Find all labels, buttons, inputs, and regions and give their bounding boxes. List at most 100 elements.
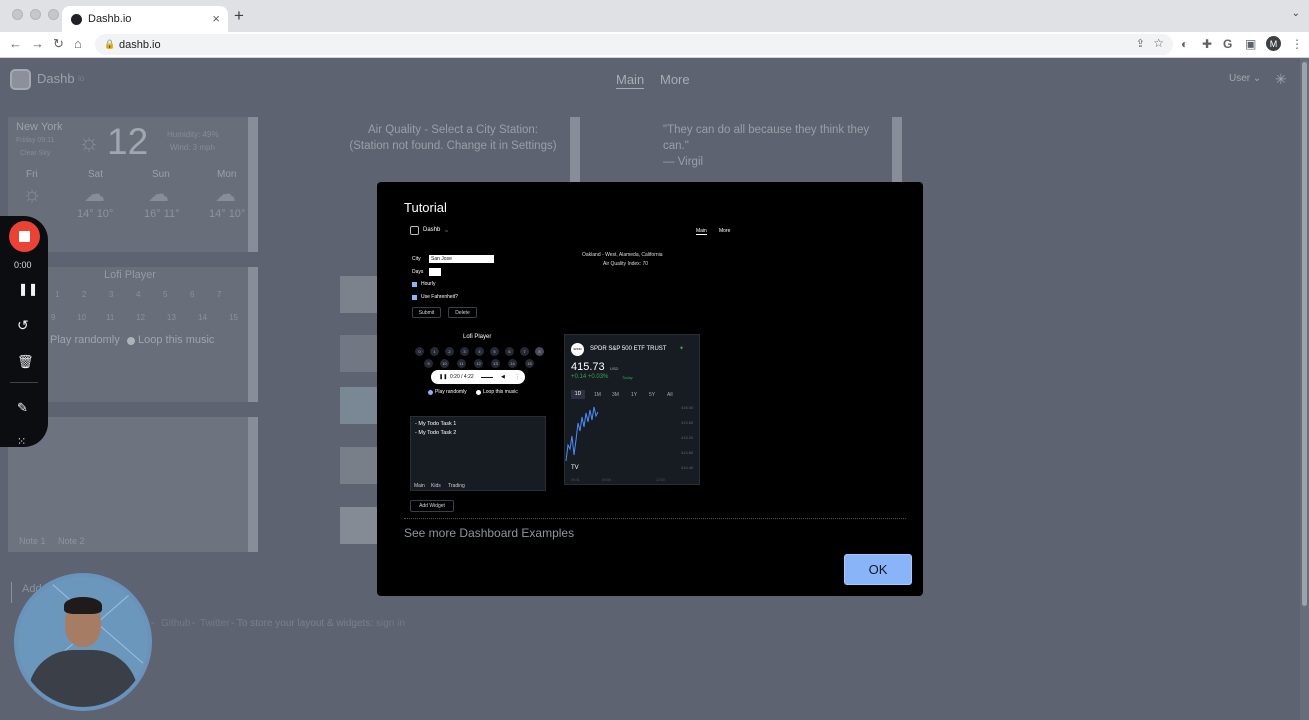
twitter-link[interactable]: Twitter: [200, 618, 229, 629]
preview-y-tick: 415.60: [681, 420, 694, 425]
sign-in-link[interactable]: sign in: [376, 618, 405, 629]
forward-icon[interactable]: →: [31, 36, 44, 51]
preview-track: 2: [445, 347, 454, 356]
note-tab-2[interactable]: Note 2: [58, 536, 85, 546]
lofi-track-button[interactable]: 3: [109, 290, 113, 299]
home-icon[interactable]: ⌂: [74, 36, 82, 51]
thumbnail-image[interactable]: [340, 507, 378, 544]
preview-track: 0: [415, 347, 424, 356]
toolbar-divider: [10, 382, 38, 383]
widget-divider[interactable]: [892, 117, 902, 183]
reload-icon[interactable]: ↻: [53, 36, 64, 52]
lofi-track-button[interactable]: 11: [106, 313, 114, 322]
star-icon: ✦: [679, 346, 685, 352]
preview-hourly: Hourly: [421, 281, 436, 287]
tab-main[interactable]: Main: [616, 72, 645, 89]
lofi-track-button[interactable]: 9: [51, 313, 55, 322]
play-randomly-option[interactable]: Play randomly: [50, 334, 120, 346]
preview-add-widget: Add Widget: [410, 500, 454, 512]
wind-text: Wind: 3 mph: [170, 143, 215, 152]
see-more-examples-link[interactable]: See more Dashboard Examples: [404, 526, 574, 540]
puzzle-icon[interactable]: ✚: [1202, 37, 1212, 51]
restart-icon[interactable]: ↺: [17, 317, 29, 334]
preview-range: 1Y: [631, 392, 638, 398]
sidebar-icon[interactable]: ▣: [1245, 37, 1256, 51]
preview-x-tick: 09:41: [571, 478, 580, 482]
lofi-track-button[interactable]: 14: [198, 313, 207, 322]
lofi-track-button[interactable]: 4: [136, 290, 140, 299]
radio-icon[interactable]: [127, 337, 135, 345]
page-scrollbar[interactable]: [1300, 58, 1309, 720]
thumbnail-image[interactable]: [340, 335, 378, 372]
lofi-track-button[interactable]: 5: [163, 290, 167, 299]
address-bar[interactable]: 🔒 dashb.io ⇪ ☆: [95, 34, 1173, 55]
modal-divider: [404, 518, 906, 519]
humidity-text: Humidity: 49%: [167, 130, 219, 139]
close-tab-icon[interactable]: ×: [212, 11, 220, 26]
note-tab-1[interactable]: Note 1: [19, 536, 46, 546]
progress-track: [481, 377, 493, 378]
more-icon[interactable]: ⋮: [1291, 37, 1303, 51]
tab-more[interactable]: More: [660, 72, 690, 87]
stop-icon: [19, 231, 30, 242]
preview-stock-badge: SPDR: [571, 343, 584, 356]
preview-loop: Loop this music: [483, 389, 518, 395]
pause-icon[interactable]: ❚❚: [18, 282, 38, 296]
weather-condition: Clear Sky: [20, 150, 51, 157]
air-quality-line: (Station not found. Change it in Setting…: [349, 140, 557, 152]
thumbnail-image[interactable]: [340, 447, 378, 484]
preview-track: 13: [491, 359, 500, 368]
extension-icon[interactable]: ◐: [1181, 37, 1188, 51]
github-link[interactable]: Github: [161, 618, 190, 629]
lofi-track-button[interactable]: 7: [217, 290, 221, 299]
thumbnail-image[interactable]: [340, 387, 378, 424]
quote-widget: "They can do all because they think they…: [663, 122, 889, 170]
lofi-track-button[interactable]: 12: [136, 313, 145, 322]
checkbox-icon: [412, 282, 417, 287]
forecast-day: Mon: [217, 169, 237, 180]
brand-logo-icon: [10, 69, 31, 90]
ok-button[interactable]: OK: [844, 554, 912, 585]
new-tab-icon[interactable]: +: [234, 6, 244, 26]
preview-track: 12: [474, 359, 483, 368]
preview-lofi-title: Lofi Player: [463, 334, 492, 340]
tab-menu-icon[interactable]: ⌄: [1292, 8, 1300, 19]
weather-date: Friday 09:11: [16, 137, 55, 144]
lofi-track-button[interactable]: 6: [190, 290, 194, 299]
stop-recording-button[interactable]: [9, 221, 40, 252]
share-icon[interactable]: ⇪: [1136, 37, 1145, 50]
theme-icon[interactable]: ✳: [1275, 71, 1287, 88]
preview-todo-item: - My Todo Task 1: [415, 421, 457, 427]
webcam-overlay[interactable]: [14, 573, 152, 711]
preview-stock-widget: SPDR SPDR S&P 500 ETF TRUST ✦ 415.73 USD…: [564, 334, 700, 485]
back-icon[interactable]: ←: [9, 36, 22, 51]
delete-icon[interactable]: 🗑: [17, 354, 34, 370]
dashb-favicon-icon: [71, 13, 82, 25]
profile-avatar[interactable]: M: [1266, 36, 1281, 51]
more-tools-icon[interactable]: ⁙: [17, 435, 26, 448]
widget-divider[interactable]: [570, 117, 580, 183]
add-widget-divider: [11, 582, 12, 603]
preview-board-tab: Trading: [448, 483, 465, 489]
preview-range: All: [667, 392, 673, 398]
window-controls[interactable]: [12, 9, 59, 20]
lofi-track-button[interactable]: 15: [229, 313, 238, 322]
pen-icon[interactable]: ✎: [17, 400, 28, 416]
lofi-track-button[interactable]: 2: [82, 290, 86, 299]
thumbnail-image[interactable]: [340, 276, 378, 313]
user-menu[interactable]: User ⌄: [1229, 73, 1261, 84]
lofi-track-button[interactable]: 10: [77, 313, 86, 322]
recording-time: 0:00: [14, 260, 32, 270]
lofi-track-button[interactable]: 13: [167, 313, 176, 322]
preview-y-tick: 416.00: [681, 405, 694, 410]
preview-submit: Submit: [412, 307, 441, 318]
google-icon[interactable]: G: [1223, 37, 1232, 51]
lofi-track-button[interactable]: 1: [55, 290, 59, 299]
preview-stock-name: SPDR S&P 500 ETF TRUST: [590, 346, 667, 352]
forecast-day: Fri: [26, 169, 38, 180]
star-icon[interactable]: ☆: [1153, 36, 1164, 50]
loop-music-option[interactable]: Loop this music: [138, 334, 214, 346]
browser-tab[interactable]: Dashb.io ×: [62, 6, 228, 32]
more-icon: ⋮: [515, 374, 520, 380]
radio-icon: [476, 390, 481, 395]
